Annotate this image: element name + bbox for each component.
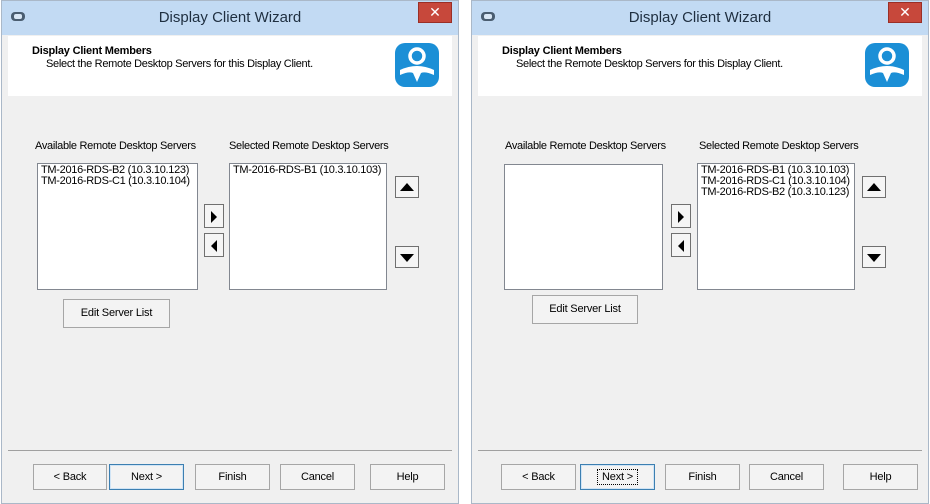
window-title: Display Client Wizard [628, 9, 772, 26]
list-item[interactable]: TM-2016-RDS-B1 (10.3.10.103) [233, 165, 383, 176]
wizard-header: Display Client Members Select the Remote… [478, 36, 922, 97]
arrow-right-icon [211, 211, 217, 223]
arrow-up-icon [867, 183, 881, 191]
footer-divider [478, 450, 922, 451]
help-button[interactable]: Help [843, 464, 918, 490]
wizard-body: Available Remote Desktop Servers Selecte… [478, 96, 922, 497]
remove-server-button[interactable] [204, 233, 224, 257]
close-button[interactable]: ✕ [888, 2, 922, 23]
close-icon: ✕ [899, 4, 911, 20]
add-server-button[interactable] [204, 204, 224, 228]
wizard-window-1: Display Client Wizard ✕ Display Client M… [1, 0, 459, 504]
selected-servers-list[interactable]: TM-2016-RDS-B1 (10.3.10.103) TM-2016-RDS… [697, 163, 855, 290]
arrow-down-icon [400, 254, 414, 262]
available-servers-list[interactable]: TM-2016-RDS-B2 (10.3.10.123) TM-2016-RDS… [37, 163, 198, 290]
list-item[interactable]: TM-2016-RDS-C1 (10.3.10.104) [41, 176, 194, 187]
arrow-left-icon [211, 240, 217, 252]
arrow-right-icon [678, 211, 684, 223]
help-button[interactable]: Help [370, 464, 445, 490]
window-title: Display Client Wizard [158, 9, 302, 26]
header-subtitle: Select the Remote Desktop Servers for th… [516, 58, 783, 70]
list-item[interactable]: TM-2016-RDS-B2 (10.3.10.123) [701, 187, 851, 198]
finish-button[interactable]: Finish [195, 464, 270, 490]
move-down-button[interactable] [862, 246, 886, 268]
selected-label: Selected Remote Desktop Servers [229, 140, 389, 152]
close-button[interactable]: ✕ [418, 2, 452, 23]
arrow-up-icon [400, 183, 414, 191]
title-bar[interactable]: Display Client Wizard ✕ [2, 1, 458, 35]
next-button[interactable]: Next > [109, 464, 184, 490]
header-subtitle: Select the Remote Desktop Servers for th… [46, 58, 313, 70]
move-down-button[interactable] [395, 246, 419, 268]
available-servers-list[interactable] [504, 164, 663, 290]
selected-servers-list[interactable]: TM-2016-RDS-B1 (10.3.10.103) [229, 163, 387, 290]
edit-server-list-button[interactable]: Edit Server List [63, 299, 170, 328]
edit-server-list-button[interactable]: Edit Server List [532, 295, 638, 324]
remove-server-button[interactable] [671, 233, 691, 257]
wizard-body: Available Remote Desktop Servers Selecte… [8, 96, 452, 497]
arrow-down-icon [867, 254, 881, 262]
back-button[interactable]: < Back [501, 464, 576, 490]
arrow-left-icon [678, 240, 684, 252]
available-label: Available Remote Desktop Servers [505, 140, 666, 152]
cancel-button[interactable]: Cancel [749, 464, 824, 490]
move-up-button[interactable] [395, 176, 419, 198]
wizard-header: Display Client Members Select the Remote… [8, 36, 452, 97]
selected-label: Selected Remote Desktop Servers [699, 140, 859, 152]
finish-button[interactable]: Finish [665, 464, 740, 490]
wizard-window-2: Display Client Wizard ✕ Display Client M… [471, 0, 929, 504]
header-title: Display Client Members [502, 45, 622, 57]
next-button-label: Next > [597, 469, 638, 485]
thinmanager-logo-icon [395, 43, 439, 87]
cancel-button[interactable]: Cancel [280, 464, 355, 490]
thinmanager-logo-icon [865, 43, 909, 87]
title-bar[interactable]: Display Client Wizard ✕ [472, 1, 928, 35]
close-icon: ✕ [429, 4, 441, 20]
move-up-button[interactable] [862, 176, 886, 198]
add-server-button[interactable] [671, 204, 691, 228]
back-button[interactable]: < Back [33, 464, 107, 490]
header-title: Display Client Members [32, 45, 152, 57]
available-label: Available Remote Desktop Servers [35, 140, 196, 152]
next-button[interactable]: Next > [580, 464, 655, 490]
footer-divider [8, 450, 452, 451]
